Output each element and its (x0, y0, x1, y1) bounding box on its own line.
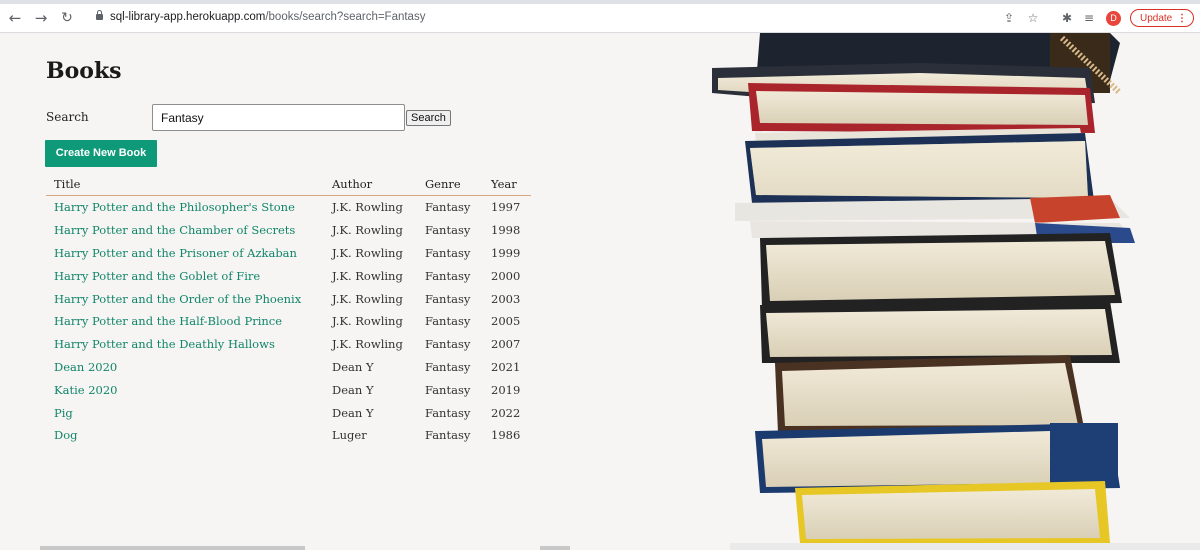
browser-toolbar: ← → ↻ sql-library-app.herokuapp.com/book… (0, 4, 1200, 33)
book-year: 2019 (491, 382, 521, 397)
book-title-link[interactable]: Harry Potter and the Order of the Phoeni… (46, 287, 324, 310)
book-title-link[interactable]: Pig (46, 401, 324, 424)
book-genre: Fantasy (425, 405, 471, 420)
book-stack-illustration (712, 33, 1200, 550)
book-year: 1997 (491, 200, 521, 215)
book-title-link[interactable]: Harry Potter and the Chamber of Secrets (46, 219, 324, 242)
book-title-link[interactable]: Dean 2020 (46, 356, 324, 379)
update-label: Update (1140, 13, 1173, 24)
table-row: Harry Potter and the Prisoner of Azkaban… (46, 242, 531, 265)
search-button[interactable]: Search (406, 110, 451, 126)
table-row: Dog Luger Fantasy 1986 (46, 424, 531, 447)
table-row: Harry Potter and the Goblet of Fire J.K.… (46, 264, 531, 287)
book-title-link[interactable]: Harry Potter and the Goblet of Fire (46, 264, 324, 287)
create-new-book-button[interactable]: Create New Book (45, 140, 157, 167)
back-arrow-icon[interactable]: ← (4, 7, 26, 29)
table-row: Harry Potter and the Order of the Phoeni… (46, 287, 531, 310)
lock-icon[interactable] (96, 10, 103, 20)
book-author: J.K. Rowling (332, 245, 403, 260)
book-author: J.K. Rowling (332, 314, 403, 329)
page-title: Books (46, 58, 122, 84)
book-author: Luger (332, 428, 367, 443)
book-author: J.K. Rowling (332, 223, 403, 238)
url-path: /books/search?search=Fantasy (265, 11, 426, 23)
reload-icon[interactable]: ↻ (56, 7, 78, 29)
book-author: J.K. Rowling (332, 268, 403, 283)
profile-avatar[interactable]: D (1106, 11, 1121, 26)
table-row: Harry Potter and the Chamber of Secrets … (46, 219, 531, 242)
books-table: Title Author Genre Year Harry Potter and… (46, 173, 531, 447)
star-icon[interactable]: ☆ (1024, 9, 1042, 27)
book-year: 1998 (491, 223, 521, 238)
book-genre: Fantasy (425, 245, 471, 260)
book-title-link[interactable]: Dog (46, 424, 324, 447)
book-author: J.K. Rowling (332, 200, 403, 215)
book-title-link[interactable]: Harry Potter and the Philosopher's Stone (46, 196, 324, 219)
book-year: 1999 (491, 245, 521, 260)
book-genre: Fantasy (425, 359, 471, 374)
kebab-menu-icon: ⋮ (1177, 13, 1187, 24)
reading-list-icon[interactable]: ≡ (1080, 9, 1098, 27)
column-header-year: Year (483, 173, 531, 196)
book-year: 2000 (491, 268, 521, 283)
forward-arrow-icon[interactable]: → (30, 7, 52, 29)
book-author: J.K. Rowling (332, 291, 403, 306)
book-genre: Fantasy (425, 291, 471, 306)
book-year: 2021 (491, 359, 521, 374)
book-genre: Fantasy (425, 223, 471, 238)
puzzle-icon[interactable]: ✱ (1058, 9, 1076, 27)
book-title-link[interactable]: Harry Potter and the Deathly Hallows (46, 333, 324, 356)
book-year: 1986 (491, 428, 521, 443)
url-host: sql-library-app.herokuapp.com (110, 11, 266, 23)
table-row: Harry Potter and the Philosopher's Stone… (46, 196, 531, 219)
column-header-title: Title (46, 173, 324, 196)
book-genre: Fantasy (425, 314, 471, 329)
book-title-link[interactable]: Harry Potter and the Half-Blood Prince (46, 310, 324, 333)
share-icon[interactable]: ⇪ (1000, 9, 1018, 27)
table-row: Pig Dean Y Fantasy 2022 (46, 401, 531, 424)
book-title-link[interactable]: Harry Potter and the Prisoner of Azkaban (46, 242, 324, 265)
update-button[interactable]: Update ⋮ (1130, 9, 1194, 27)
book-author: Dean Y (332, 405, 374, 420)
table-row: Harry Potter and the Deathly Hallows J.K… (46, 333, 531, 356)
book-genre: Fantasy (425, 428, 471, 443)
book-genre: Fantasy (425, 382, 471, 397)
table-row: Dean 2020 Dean Y Fantasy 2021 (46, 356, 531, 379)
book-year: 2007 (491, 337, 521, 352)
address-bar[interactable]: sql-library-app.herokuapp.com/books/sear… (110, 11, 425, 23)
book-year: 2022 (491, 405, 521, 420)
book-title-link[interactable]: Katie 2020 (46, 378, 324, 401)
book-year: 2003 (491, 291, 521, 306)
book-author: Dean Y (332, 359, 374, 374)
book-author: J.K. Rowling (332, 337, 403, 352)
table-header-row: Title Author Genre Year (46, 173, 531, 196)
book-year: 2005 (491, 314, 521, 329)
search-input[interactable] (152, 104, 405, 131)
book-author: Dean Y (332, 382, 374, 397)
column-header-author: Author (324, 173, 417, 196)
table-row: Harry Potter and the Half-Blood Prince J… (46, 310, 531, 333)
horizontal-scrollbar[interactable] (40, 546, 305, 550)
book-genre: Fantasy (425, 268, 471, 283)
horizontal-scrollbar-thumb[interactable] (540, 546, 570, 550)
book-genre: Fantasy (425, 337, 471, 352)
table-row: Katie 2020 Dean Y Fantasy 2019 (46, 378, 531, 401)
book-genre: Fantasy (425, 200, 471, 215)
column-header-genre: Genre (417, 173, 483, 196)
search-label: Search (46, 110, 89, 124)
